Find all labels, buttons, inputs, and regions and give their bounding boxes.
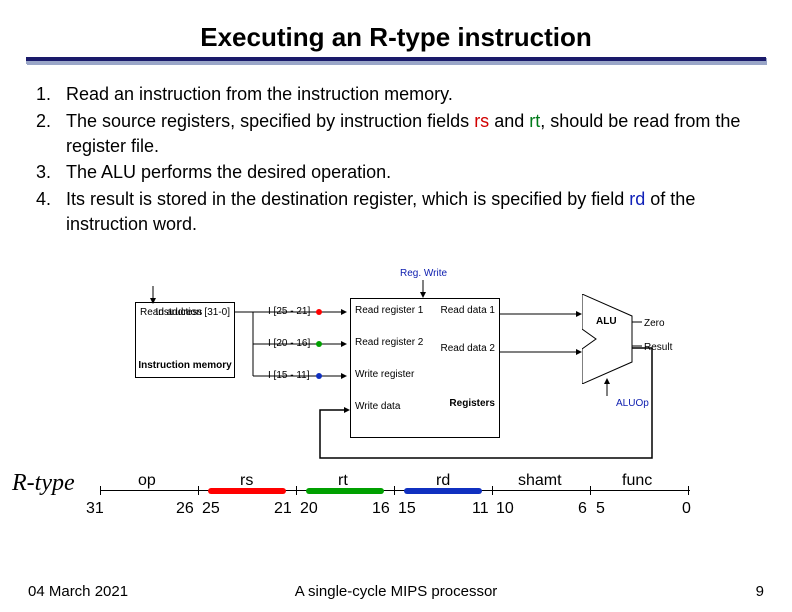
datapath-diagram: Reg. Write Read address Instruction [31-… bbox=[0, 258, 792, 478]
bit-5: 5 bbox=[596, 500, 605, 518]
steps-list: Read an instruction from the instruction… bbox=[0, 64, 792, 237]
rt-underline bbox=[306, 488, 384, 494]
bit-11: 11 bbox=[472, 500, 489, 518]
bit-20: 20 bbox=[300, 500, 318, 518]
step-2-a: The source registers, specified by instr… bbox=[66, 111, 474, 131]
sep-11-10 bbox=[492, 486, 493, 495]
sep-16-15 bbox=[394, 486, 395, 495]
sep-6-5 bbox=[590, 486, 591, 495]
title-area: Executing an R-type instruction bbox=[0, 0, 792, 53]
read-data1-label: Read data 1 bbox=[441, 305, 496, 316]
instruction-memory-label: Instruction memory bbox=[136, 360, 234, 371]
bit-6: 6 bbox=[578, 500, 587, 518]
sep-31 bbox=[100, 486, 101, 495]
field-baseline bbox=[100, 490, 690, 491]
rs-underline bbox=[208, 488, 286, 494]
footer: 04 March 2021 A single-cycle MIPS proces… bbox=[28, 583, 764, 600]
step-3: The ALU performs the desired operation. bbox=[36, 160, 762, 185]
footer-page: 9 bbox=[756, 583, 764, 600]
rs-keyword: rs bbox=[474, 111, 489, 131]
field-func: func bbox=[622, 472, 652, 490]
instruction-bits-label: Instruction [31-0] bbox=[156, 307, 230, 318]
bit-26: 26 bbox=[176, 500, 194, 518]
rtype-handwritten: R-type bbox=[12, 470, 75, 497]
step-2: The source registers, specified by instr… bbox=[36, 109, 762, 159]
footer-caption: A single-cycle MIPS processor bbox=[295, 583, 498, 600]
title-rule bbox=[26, 57, 766, 64]
footer-date: 04 March 2021 bbox=[28, 583, 128, 600]
regwrite-arrow-icon bbox=[418, 280, 428, 300]
field-op: op bbox=[138, 472, 156, 490]
rd-underline bbox=[404, 488, 482, 494]
imem-input-arrow-icon bbox=[148, 286, 158, 306]
step-1-text: Read an instruction from the instruction… bbox=[66, 84, 453, 104]
step-1: Read an instruction from the instruction… bbox=[36, 82, 762, 107]
alu-label: ALU bbox=[596, 316, 617, 327]
bit-10: 10 bbox=[496, 500, 514, 518]
regwrite-label: Reg. Write bbox=[400, 268, 447, 279]
rd-keyword: rd bbox=[629, 189, 645, 209]
instruction-memory-box: Read address Instruction [31-0] Instruct… bbox=[135, 302, 235, 378]
bit-16: 16 bbox=[372, 500, 390, 518]
field-shamt: shamt bbox=[518, 472, 562, 490]
bit-15: 15 bbox=[398, 500, 416, 518]
rt-keyword: rt bbox=[529, 111, 540, 131]
rs-dot bbox=[316, 309, 322, 315]
bit-0: 0 bbox=[682, 500, 691, 518]
step-2-b: and bbox=[489, 111, 529, 131]
sep-0 bbox=[688, 486, 689, 495]
step-4: Its result is stored in the destination … bbox=[36, 187, 762, 237]
bit-25: 25 bbox=[202, 500, 220, 518]
page-title: Executing an R-type instruction bbox=[200, 22, 592, 53]
sep-26-25 bbox=[198, 486, 199, 495]
writeback-wire bbox=[300, 342, 660, 472]
bit-31: 31 bbox=[86, 500, 104, 518]
step-3-text: The ALU performs the desired operation. bbox=[66, 162, 391, 182]
read-reg1-label: Read register 1 bbox=[355, 305, 423, 316]
bit-21: 21 bbox=[274, 500, 292, 518]
step-4-a: Its result is stored in the destination … bbox=[66, 189, 629, 209]
sep-21-20 bbox=[296, 486, 297, 495]
